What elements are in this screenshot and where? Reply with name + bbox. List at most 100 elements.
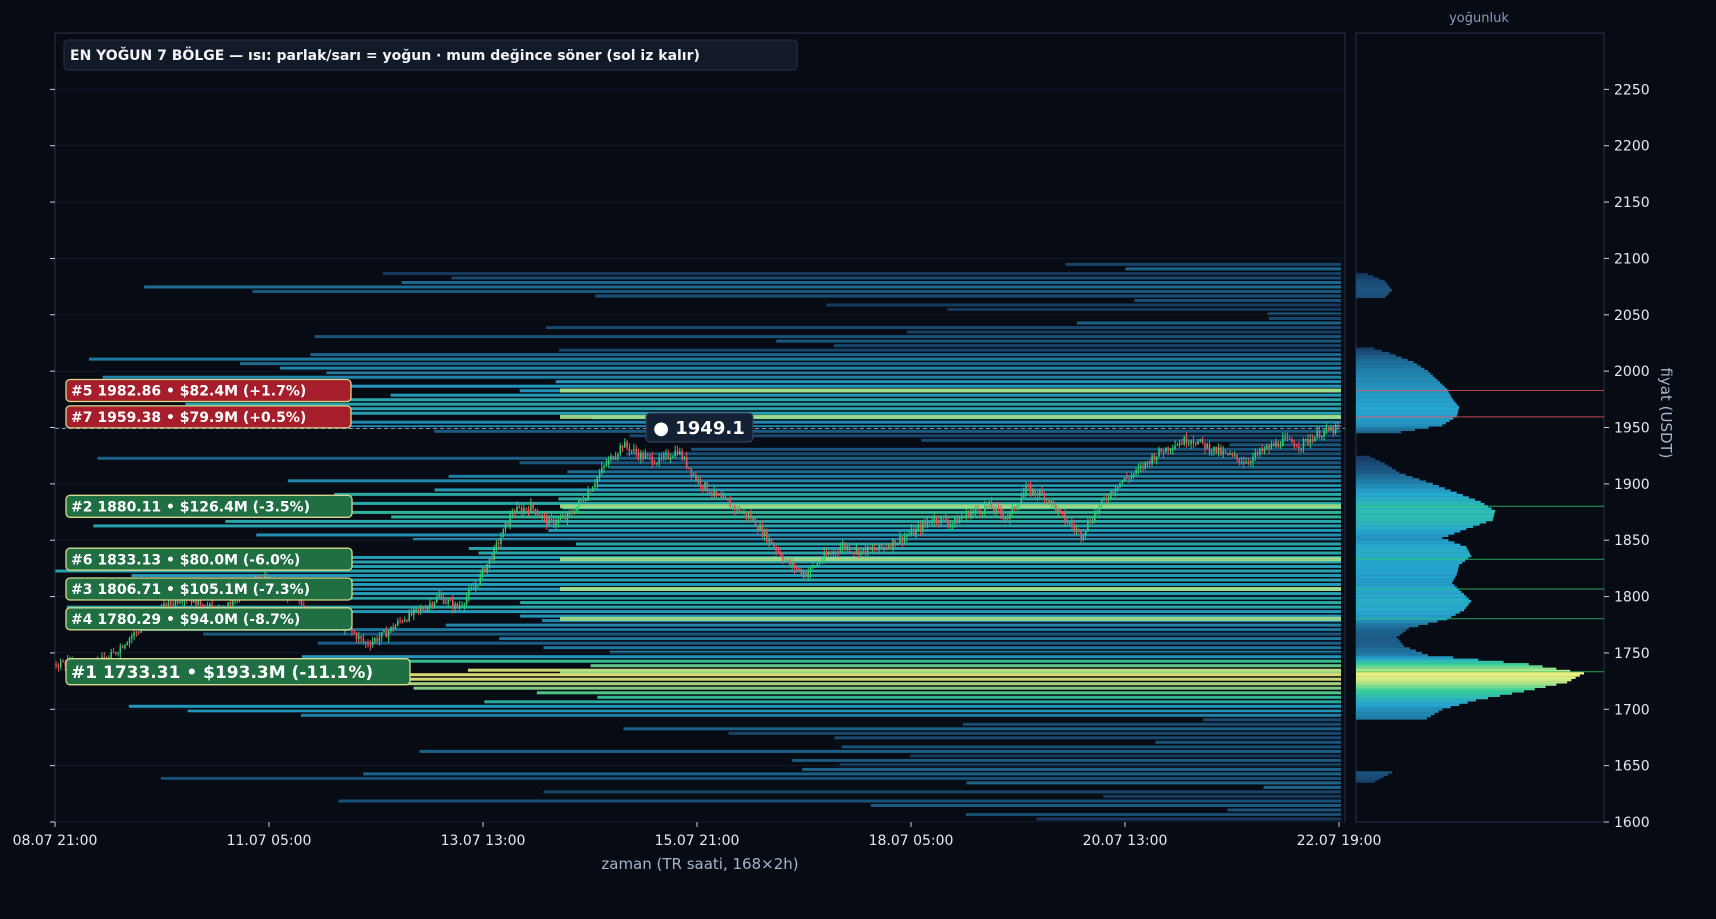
candle-body — [463, 603, 466, 606]
heat-band — [203, 632, 1342, 636]
candle-body — [1204, 442, 1206, 449]
profile-bar — [1356, 460, 1380, 463]
candle-body — [621, 445, 624, 448]
candle-body — [841, 544, 844, 548]
candle-body — [922, 522, 924, 532]
profile-bar — [1356, 572, 1457, 576]
y-tick-label: 2150 — [1614, 195, 1650, 211]
heat-band — [590, 664, 1341, 668]
candle-body — [981, 512, 984, 514]
profile-bar — [1356, 288, 1392, 292]
candle-body — [1215, 446, 1218, 453]
profile-bar — [1356, 457, 1376, 461]
candle-body — [718, 494, 720, 496]
heat-band — [728, 731, 1341, 735]
profile-bar — [1356, 494, 1463, 497]
candle-body — [1114, 489, 1117, 493]
candle-body — [383, 630, 385, 633]
candle-body — [1210, 451, 1213, 453]
x-tick-label: 22.07 19:00 — [1297, 833, 1382, 849]
profile-bar — [1356, 473, 1406, 477]
candle-body — [768, 538, 770, 542]
candle-body — [656, 463, 658, 465]
profile-bar — [1356, 417, 1454, 420]
candle-body — [174, 600, 177, 606]
candle-body — [566, 514, 569, 520]
profile-bar — [1356, 633, 1400, 637]
candle-body — [119, 646, 122, 653]
candle-body — [965, 511, 968, 517]
candle-body — [823, 552, 826, 561]
profile-bar — [1356, 647, 1410, 650]
candle-body — [885, 547, 887, 549]
heat-band — [226, 398, 1341, 402]
candle-body — [371, 641, 374, 646]
profile-bar — [1356, 602, 1470, 605]
candle-body — [938, 521, 940, 524]
candle-body — [646, 454, 649, 456]
candle-body — [1197, 441, 1199, 445]
candle-body — [986, 505, 988, 507]
candle-body — [862, 548, 864, 551]
zone-heat-band — [560, 587, 1341, 591]
profile-bar — [1356, 412, 1458, 416]
candle-body — [633, 449, 635, 451]
heat-band — [499, 637, 1341, 641]
candle-body — [901, 536, 903, 543]
zone-heat-band — [560, 504, 1341, 509]
y-tick-label: 1750 — [1614, 646, 1650, 662]
candle-body — [1048, 499, 1050, 504]
candle-body — [1321, 436, 1323, 438]
x-tick-label: 15.07 21:00 — [655, 833, 740, 849]
candle-body — [530, 502, 532, 512]
profile-bar — [1356, 703, 1460, 706]
candle-body — [422, 608, 424, 610]
profile-bar — [1356, 638, 1399, 641]
candle-body — [1126, 477, 1128, 479]
y-tick-label: 2000 — [1614, 364, 1650, 380]
candle-body — [738, 507, 741, 513]
candle-body — [729, 501, 731, 508]
candle-body — [1018, 504, 1020, 507]
heat-band — [576, 542, 1341, 546]
heat-band — [401, 281, 1341, 284]
candle-body — [713, 490, 715, 495]
profile-bar — [1356, 701, 1468, 704]
candle-body — [387, 631, 390, 638]
candle-body — [637, 453, 640, 459]
candle-body — [1107, 498, 1110, 500]
candle-body — [1277, 442, 1279, 447]
candle-body — [750, 514, 752, 519]
profile-bar — [1356, 685, 1546, 688]
heat-band — [965, 813, 1341, 816]
candle-body — [679, 451, 681, 455]
heat-band — [1268, 317, 1341, 320]
candle-body — [626, 441, 628, 448]
candle-body — [1139, 465, 1142, 469]
profile-bar — [1356, 471, 1400, 474]
heat-band — [160, 776, 1341, 780]
candle-body — [752, 518, 754, 520]
candle-body — [993, 508, 995, 512]
heat-band — [448, 474, 1342, 478]
candle-body — [438, 595, 440, 597]
candle-body — [853, 551, 855, 553]
candle-body — [1013, 506, 1016, 510]
candle-body — [179, 601, 181, 604]
heat-band — [1036, 817, 1341, 821]
candle-body — [910, 529, 913, 535]
candle-body — [786, 559, 789, 561]
candle-body — [818, 562, 821, 564]
candle-body — [1311, 439, 1314, 442]
profile-bar — [1356, 631, 1403, 634]
profile-bar — [1356, 579, 1454, 583]
candle-body — [209, 603, 211, 606]
candle-body — [1059, 509, 1062, 512]
candle-body — [413, 609, 415, 615]
profile-bar — [1356, 640, 1401, 643]
candle-body — [1162, 451, 1165, 453]
candle-body — [587, 491, 589, 500]
heat-band — [841, 745, 1341, 749]
heat-band — [1203, 718, 1341, 722]
profile-bar — [1356, 358, 1408, 362]
